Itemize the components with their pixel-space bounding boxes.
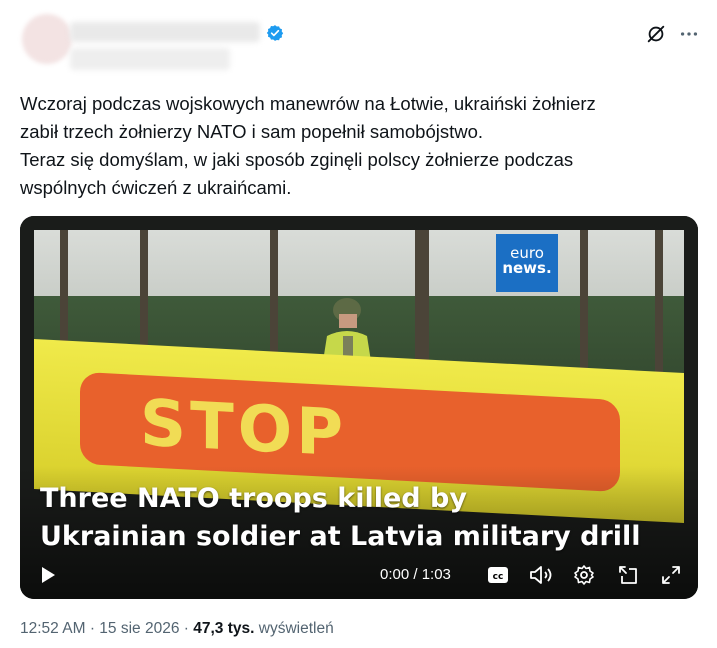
tweet-text-line: Wczoraj podczas wojskowych manewrów na Ł…	[20, 93, 596, 114]
video-time: 0:00 / 1:03	[380, 566, 451, 583]
tweet: Wczoraj podczas wojskowych manewrów na Ł…	[0, 0, 717, 648]
separator: ·	[89, 620, 95, 637]
video-frame[interactable]: STOP euro news. Three NATO troops killed…	[20, 216, 698, 599]
play-icon[interactable]	[38, 564, 58, 586]
views-count: 47,3 tys.	[193, 620, 255, 637]
tweet-time[interactable]: 12:52 AM	[20, 620, 86, 637]
views-label: wyświetleń	[258, 620, 334, 637]
avatar[interactable]	[22, 14, 72, 64]
tweet-text-line: wspólnych ćwiczeń z ukraińcami.	[20, 177, 292, 198]
separator: ·	[183, 620, 189, 637]
verified-badge-icon	[266, 25, 284, 41]
volume-muted-icon[interactable]	[528, 564, 554, 586]
captions-label: cc	[493, 572, 504, 582]
tweet-text-line: zabił trzech żołnierzy NATO i sam popełn…	[20, 121, 484, 142]
author-handle-blurred[interactable]	[70, 48, 230, 70]
grok-icon[interactable]	[645, 23, 667, 45]
video-headline: Three NATO troops killed by Ukrainian so…	[40, 480, 641, 556]
settings-gear-icon[interactable]	[573, 564, 595, 586]
pop-out-icon[interactable]	[617, 564, 639, 586]
fullscreen-icon[interactable]	[660, 564, 682, 586]
stop-sign-text: STOP	[140, 386, 348, 472]
headline-line: Ukrainian soldier at Latvia military dri…	[40, 521, 641, 552]
headline-line: Three NATO troops killed by	[40, 483, 467, 514]
captions-icon[interactable]: cc	[486, 564, 510, 586]
tweet-date[interactable]: 15 sie 2026	[99, 620, 179, 637]
video-controls: 0:00 / 1:03 cc	[20, 554, 698, 594]
more-options-icon[interactable]	[678, 23, 700, 45]
author-name-blurred[interactable]	[70, 22, 260, 42]
tweet-text-line: Teraz się domyślam, w jaki sposób zginęl…	[20, 149, 574, 170]
tweet-text: Wczoraj podczas wojskowych manewrów na Ł…	[20, 90, 700, 202]
tweet-meta: 12:52 AM · 15 sie 2026 · 47,3 tys. wyświ…	[20, 620, 334, 638]
logo-line: news.	[502, 259, 552, 277]
euronews-logo: euro news.	[496, 234, 558, 292]
video-player[interactable]: STOP euro news. Three NATO troops killed…	[20, 216, 698, 599]
